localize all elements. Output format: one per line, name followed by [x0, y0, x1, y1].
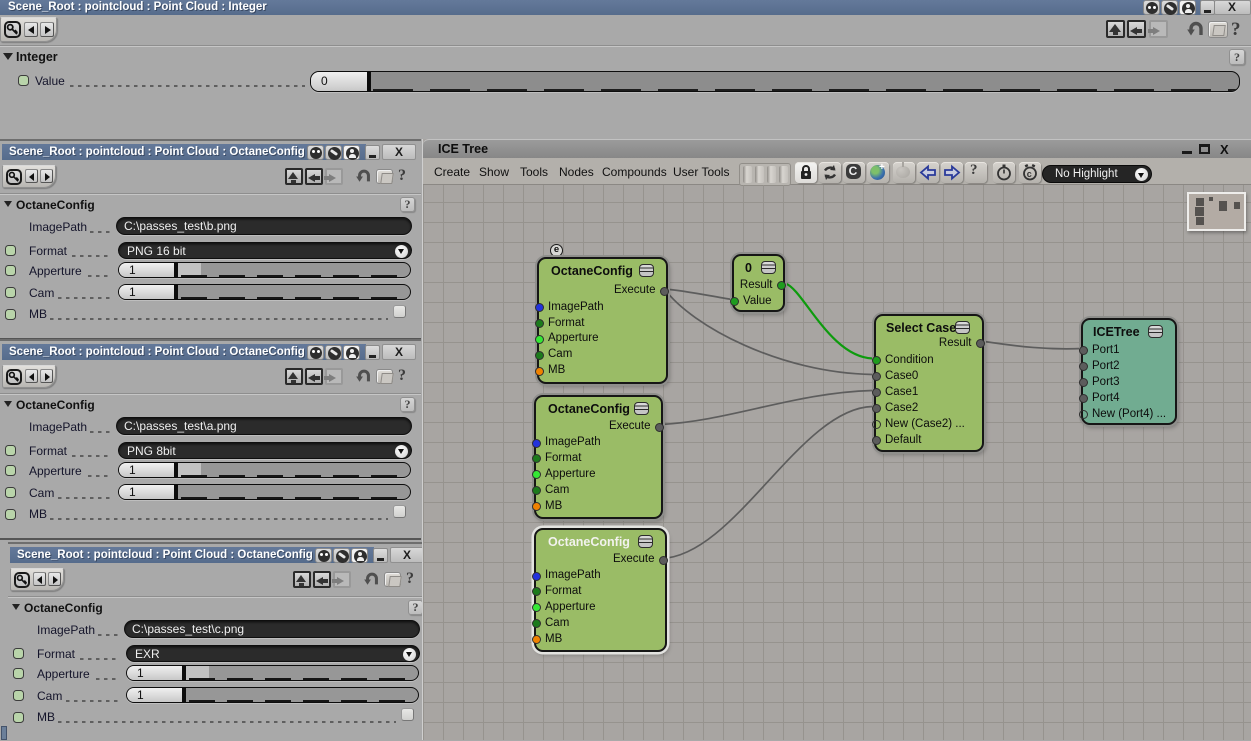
svg-text:c: c [1027, 169, 1032, 179]
